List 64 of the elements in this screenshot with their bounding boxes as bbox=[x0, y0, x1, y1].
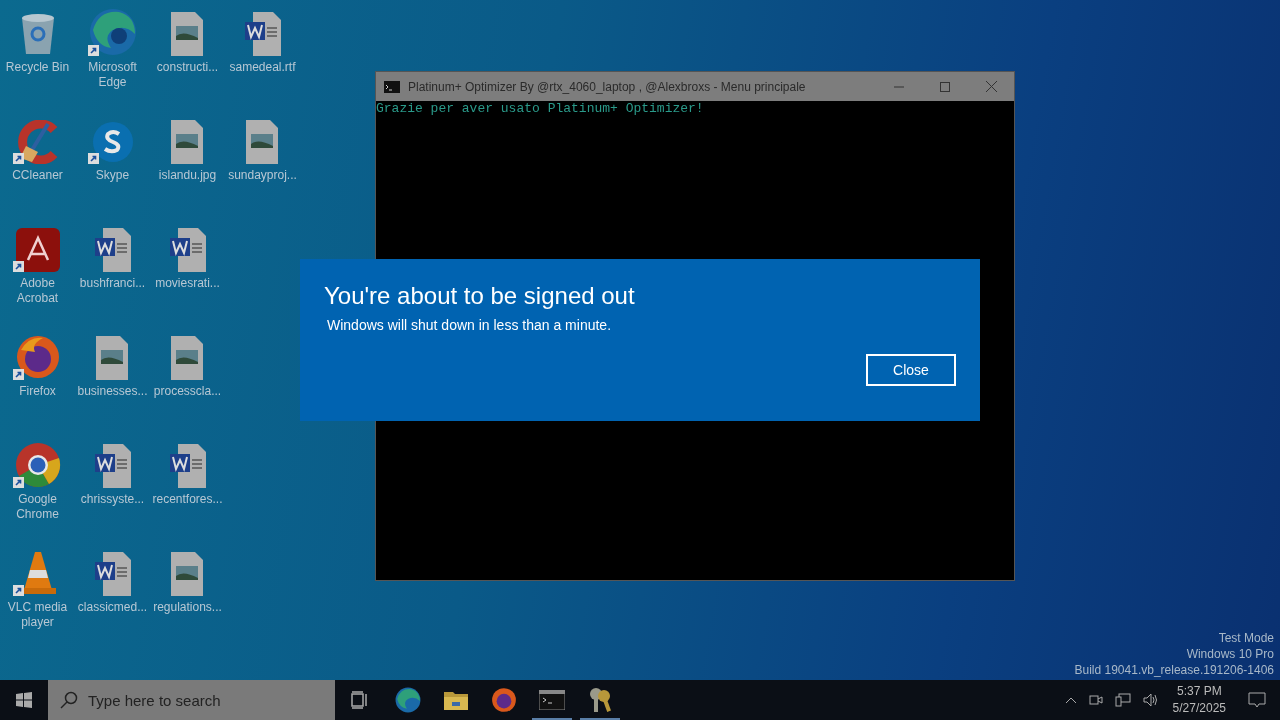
image-file-icon bbox=[95, 336, 130, 380]
desktop-icon-label[interactable]: Adobe Acrobat bbox=[0, 276, 75, 306]
desktop-icon-label[interactable]: sundayproj... bbox=[225, 168, 300, 183]
word-document-icon bbox=[92, 444, 133, 488]
image-file-icon bbox=[170, 120, 205, 164]
image-file-icon bbox=[170, 552, 205, 596]
system-watermark-text: Build 19041.vb_release.191206-1406 bbox=[1074, 662, 1274, 678]
pdf-reader-icon bbox=[15, 228, 60, 272]
desktop-icon-label[interactable]: classicmed... bbox=[75, 600, 150, 615]
desktop-icon-label[interactable]: CCleaner bbox=[0, 168, 75, 183]
folder-icon[interactable] bbox=[444, 690, 468, 710]
word-document-icon bbox=[167, 228, 208, 272]
desktop-icon-label[interactable]: Google Chrome bbox=[0, 492, 75, 522]
skype-icon bbox=[90, 120, 135, 164]
volume-icon[interactable] bbox=[1142, 693, 1159, 707]
search-icon bbox=[60, 691, 78, 709]
desktop-icon-label[interactable]: Microsoft Edge bbox=[75, 60, 150, 90]
camera-icon[interactable] bbox=[1088, 693, 1103, 707]
desktop-icon-label[interactable]: recentfores... bbox=[150, 492, 225, 507]
windows-logo-icon bbox=[16, 692, 32, 708]
console-icon bbox=[384, 80, 400, 93]
console-icon[interactable] bbox=[539, 690, 565, 710]
system-watermark-text: Test Mode bbox=[1218, 630, 1274, 646]
desktop-icon-label[interactable]: constructi... bbox=[150, 60, 225, 75]
dialog-message: Windows will shut down in less than a minute. bbox=[327, 316, 613, 335]
notifications-icon[interactable] bbox=[1248, 692, 1266, 708]
firefox-icon bbox=[14, 334, 61, 380]
desktop-icon-label[interactable]: bushfranci... bbox=[75, 276, 150, 291]
word-document-icon bbox=[242, 12, 283, 56]
image-file-icon bbox=[170, 336, 205, 380]
maximize-icon bbox=[940, 81, 950, 92]
image-file-icon bbox=[170, 12, 205, 56]
desktop-icon-label[interactable]: processcla... bbox=[150, 384, 225, 399]
close-icon bbox=[985, 81, 997, 92]
desktop-icon-label[interactable]: samedeal.rtf bbox=[225, 60, 300, 75]
desktop-icon-label[interactable]: businesses... bbox=[75, 384, 150, 399]
system-watermark-text: Windows 10 Pro bbox=[1186, 646, 1274, 662]
desktop-icon-label[interactable]: VLC media player bbox=[0, 600, 75, 630]
close-button[interactable]: Close bbox=[866, 354, 956, 386]
image-file-icon bbox=[245, 120, 280, 164]
edge-icon bbox=[88, 8, 137, 56]
clock-time[interactable]: 5:37 PM bbox=[1176, 683, 1222, 700]
keys-icon[interactable] bbox=[588, 687, 612, 713]
word-document-icon bbox=[92, 552, 133, 596]
dialog-title: You're about to be signed out bbox=[324, 281, 636, 311]
console-output: Grazie per aver usato Platinum+ Optimizer! bbox=[376, 101, 705, 117]
desktop-icon-label[interactable]: chrissyste... bbox=[75, 492, 150, 507]
search-field[interactable]: Type here to search bbox=[48, 680, 335, 720]
firefox-icon[interactable] bbox=[491, 687, 517, 713]
desktop-icon-label[interactable]: regulations... bbox=[150, 600, 225, 615]
window-title: Platinum+ Optimizer By @rtx_4060_laptop , @Alexbroxs - Menu principale bbox=[408, 78, 806, 96]
chrome-icon bbox=[14, 442, 61, 488]
edge-icon[interactable] bbox=[395, 687, 421, 713]
word-document-icon bbox=[167, 444, 208, 488]
desktop-icon-label[interactable]: moviesrati... bbox=[150, 276, 225, 291]
clock-date[interactable]: 5/27/2025 bbox=[1172, 700, 1226, 717]
desktop-icon-label[interactable]: Recycle Bin bbox=[0, 60, 75, 75]
desktop-icon-label[interactable]: Firefox bbox=[0, 384, 75, 399]
network-icon[interactable] bbox=[1114, 693, 1131, 707]
task-view-icon[interactable] bbox=[350, 691, 370, 709]
chevron-up-icon[interactable] bbox=[1064, 696, 1077, 704]
desktop-icon-label[interactable]: islandu.jpg bbox=[150, 168, 225, 183]
desktop-icon-label[interactable]: Skype bbox=[75, 168, 150, 183]
word-document-icon bbox=[92, 228, 133, 272]
